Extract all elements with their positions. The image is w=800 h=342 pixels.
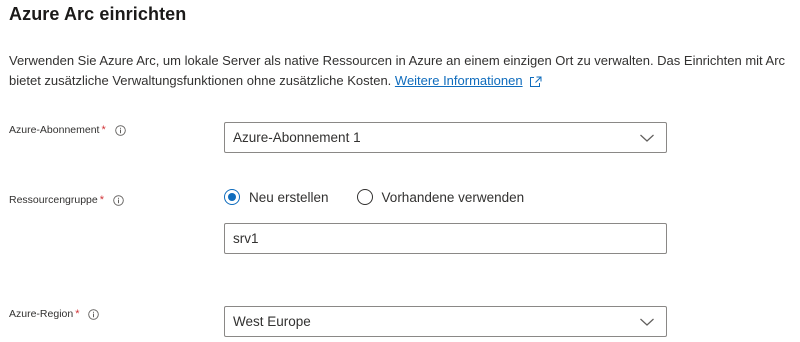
resource-group-name-value: srv1: [233, 231, 259, 246]
region-label: Azure-Region: [9, 308, 74, 320]
required-marker: *: [75, 308, 80, 320]
info-icon[interactable]: [88, 308, 100, 320]
resource-group-radio-group: Neu erstellen Vorhandene verwenden: [224, 189, 524, 205]
page-description: Verwenden Sie Azure Arc, um lokale Serve…: [9, 51, 794, 91]
subscription-label: Azure-Abonnement: [9, 124, 100, 136]
region-label-row: Azure-Region *: [9, 308, 100, 320]
chevron-down-icon: [640, 318, 654, 326]
radio-create-new-label: Neu erstellen: [249, 189, 329, 205]
info-icon[interactable]: [113, 194, 124, 206]
chevron-down-icon: [640, 134, 654, 142]
region-dropdown[interactable]: West Europe: [224, 306, 667, 337]
radio-button-unchecked[interactable]: [356, 189, 373, 205]
region-dropdown-value: West Europe: [233, 314, 311, 329]
subscription-dropdown-value: Azure-Abonnement 1: [233, 130, 361, 145]
subscription-dropdown[interactable]: Azure-Abonnement 1: [224, 122, 667, 153]
resource-group-name-input[interactable]: srv1: [224, 223, 667, 254]
radio-button-checked[interactable]: [224, 189, 240, 205]
radio-use-existing[interactable]: Vorhandene verwenden: [356, 189, 525, 205]
required-marker: *: [99, 194, 105, 206]
radio-use-existing-label: Vorhandene verwenden: [381, 189, 525, 205]
required-marker: *: [101, 124, 106, 136]
page-title: Azure Arc einrichten: [9, 4, 187, 24]
resource-group-label: Ressourcengruppe: [9, 194, 98, 206]
external-link-icon[interactable]: [529, 76, 542, 87]
radio-create-new[interactable]: Neu erstellen: [224, 189, 329, 205]
resource-group-label-row: Ressourcengruppe *: [9, 194, 124, 206]
learn-more-link[interactable]: Weitere Informationen: [395, 73, 523, 88]
info-icon[interactable]: [115, 124, 126, 136]
subscription-label-row: Azure-Abonnement *: [9, 124, 126, 136]
